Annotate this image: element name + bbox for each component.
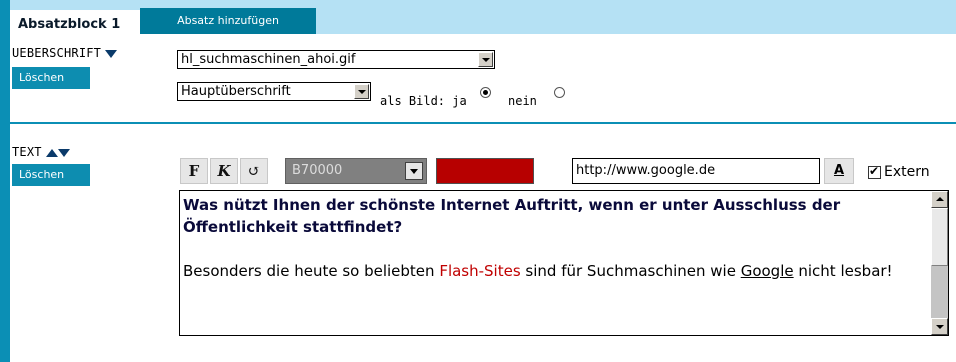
paragraph-text: sind für Suchmaschinen wie (520, 262, 741, 280)
extern-checkbox[interactable] (868, 164, 881, 179)
editor-paragraph: Besonders die heute so beliebten Flash-S… (183, 260, 923, 282)
scroll-up-icon[interactable] (931, 191, 948, 208)
scroll-thumb[interactable] (931, 208, 948, 266)
heading-image-select[interactable]: hl_suchmaschinen_ahoi.gif (177, 50, 495, 69)
as-image-no-radio[interactable] (554, 87, 565, 98)
heading-image-value: hl_suchmaschinen_ahoi.gif (181, 52, 356, 67)
text-section-label: TEXT (12, 145, 70, 159)
insert-link-button[interactable]: A (824, 158, 854, 184)
section-divider (10, 122, 956, 124)
text-editor[interactable]: Was nützt Ihnen der schönste Internet Au… (179, 190, 949, 336)
tab-bar: Absatzblock 1 Absatz hinzufügen (10, 0, 956, 34)
undo-icon: ↺ (247, 162, 261, 180)
color-select[interactable]: B70000 (285, 158, 427, 184)
google-link[interactable]: Google (741, 262, 794, 280)
tab-absatzblock-1[interactable]: Absatzblock 1 (10, 10, 140, 34)
as-image-no-label: nein (508, 94, 537, 108)
as-image-label: als Bild: ja (380, 94, 467, 108)
editor-panel: Absatzblock 1 Absatz hinzufügen UEBERSCH… (10, 0, 956, 362)
move-down-icon[interactable] (57, 148, 70, 157)
extern-label: Extern (884, 164, 930, 180)
chevron-down-icon[interactable] (354, 84, 369, 99)
as-image-yes-radio[interactable] (480, 87, 491, 98)
flash-sites-text: Flash-Sites (439, 262, 521, 280)
color-value: B70000 (292, 163, 343, 178)
editor-scrollbar[interactable] (931, 191, 948, 335)
delete-heading-button[interactable]: Löschen (12, 67, 90, 89)
undo-button[interactable]: ↺ (240, 158, 268, 184)
link-url-input[interactable]: http://www.google.de (572, 158, 820, 184)
move-up-icon[interactable] (45, 148, 58, 157)
paragraph-text: Besonders die heute so beliebten (183, 262, 440, 280)
bold-button[interactable]: F (180, 158, 208, 184)
heading-type-select[interactable]: Hauptüberschrift (177, 82, 371, 101)
color-swatch (436, 158, 534, 184)
text-label-text: TEXT (12, 145, 42, 159)
heading-label-text: UEBERSCHRIFT (12, 46, 102, 60)
heading-type-value: Hauptüberschrift (181, 84, 291, 99)
add-paragraph-button[interactable]: Absatz hinzufügen (140, 8, 316, 34)
move-down-icon[interactable] (105, 49, 118, 58)
scroll-down-icon[interactable] (931, 318, 948, 335)
editor-content[interactable]: Was nützt Ihnen der schönste Internet Au… (183, 194, 923, 282)
paragraph-text: nicht lesbar! (793, 262, 893, 280)
chevron-down-icon[interactable] (405, 162, 423, 180)
italic-button[interactable]: K (210, 158, 238, 184)
heading-section-label: UEBERSCHRIFT (12, 46, 118, 60)
delete-text-button[interactable]: Löschen (12, 164, 90, 186)
editor-heading-line: Was nützt Ihnen der schönste Internet Au… (183, 196, 841, 236)
chevron-down-icon[interactable] (478, 52, 493, 67)
